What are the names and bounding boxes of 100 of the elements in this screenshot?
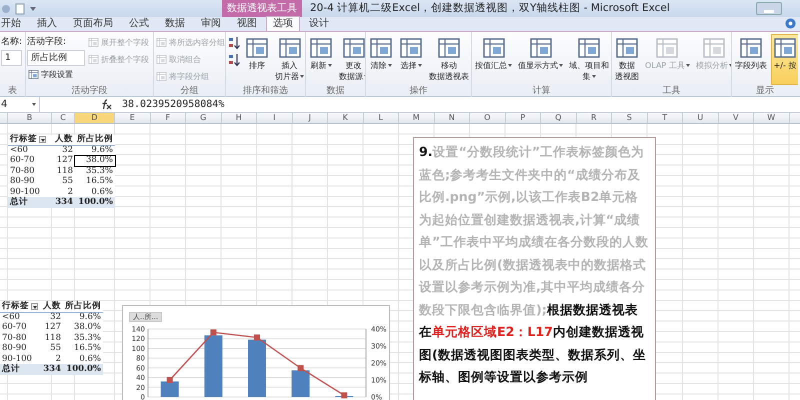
column-header[interactable]: S: [612, 113, 648, 123]
column-header[interactable]: K: [328, 113, 364, 123]
filter-dropdown-icon[interactable]: [31, 302, 38, 310]
ribbon-button[interactable]: 更改 数据源: [337, 34, 365, 85]
insert-function-icon[interactable]: [100, 99, 112, 110]
input-field[interactable]: 1: [1, 50, 22, 66]
column-header[interactable]: F: [150, 113, 186, 123]
ribbon-button[interactable]: 字段设置: [27, 66, 85, 83]
bar: [204, 335, 222, 397]
group-label: 排序和筛选: [242, 85, 289, 97]
data-point: [298, 365, 304, 372]
total-label: 总计: [8, 197, 52, 208]
ribbon-tab[interactable]: 公式: [122, 16, 156, 31]
sheet-icon: [342, 36, 365, 60]
sheet-icon: [577, 36, 601, 60]
column-header[interactable]: O: [470, 113, 506, 123]
bar: [292, 370, 310, 397]
column-header[interactable]: P: [506, 113, 541, 123]
group-label: 显示: [755, 85, 775, 97]
column-header[interactable]: R: [576, 113, 612, 123]
ribbon-tab[interactable]: 选项: [266, 16, 300, 31]
ribbon-tab[interactable]: 设计: [302, 16, 336, 31]
ribbon-button[interactable]: 排序: [243, 34, 271, 85]
name-box[interactable]: 4: [0, 97, 40, 112]
sort-icon[interactable]: [228, 36, 240, 50]
table-cell: 118: [52, 166, 75, 177]
table-cell[interactable]: 38.0%: [75, 156, 115, 166]
column-header[interactable]: T: [648, 113, 683, 123]
column-header[interactable]: L: [364, 113, 399, 123]
column-header[interactable]: U: [683, 113, 718, 123]
sheet-icon: [156, 54, 167, 65]
column-header[interactable]: W: [754, 113, 790, 123]
sheet-icon: [156, 37, 167, 48]
column-header[interactable]: Q: [541, 113, 576, 123]
sheet-icon: [369, 36, 393, 60]
column-header[interactable]: H: [222, 113, 257, 123]
group-label: 数据: [326, 85, 346, 97]
ribbon-button[interactable]: 选择: [397, 34, 425, 85]
table-cell: 55: [40, 344, 63, 354]
ribbon-button[interactable]: 清除: [367, 34, 395, 85]
formula-value[interactable]: 38.0239520958084%: [122, 97, 224, 112]
row-label: 70-80: [8, 166, 52, 177]
table-cell[interactable]: 0.6%: [63, 354, 103, 364]
table-cell[interactable]: 16.5%: [75, 176, 115, 187]
column-header[interactable]: I: [257, 113, 292, 123]
ribbon-button[interactable]: 按值汇总: [473, 34, 514, 85]
bar: [248, 340, 266, 397]
ribbon-button[interactable]: 字段列表: [733, 34, 769, 85]
table-cell[interactable]: 0.6%: [75, 186, 115, 198]
column-header[interactable]: J: [292, 113, 328, 123]
table-cell[interactable]: 35.3%: [63, 333, 103, 344]
ribbon-button[interactable]: 移动 数据透视表: [427, 34, 471, 85]
column-heading: 行标签: [2, 301, 29, 312]
ribbon-button[interactable]: 值显示方式: [516, 34, 565, 85]
column-header[interactable]: N: [434, 113, 470, 123]
bar: [160, 381, 179, 397]
context-tab-label: 数据透视表工具: [222, 0, 302, 17]
row-label: 80-90: [8, 176, 52, 187]
ribbon-tab[interactable]: 插入: [30, 16, 64, 31]
ribbon-button[interactable]: 域、项目和 集: [567, 34, 611, 85]
ribbon-tab[interactable]: 页面布局: [66, 16, 120, 31]
row-label: <60: [0, 312, 40, 323]
sheet-icon: [399, 36, 423, 60]
ribbon-tab[interactable]: 开始: [0, 16, 28, 31]
sheet-icon: [739, 36, 763, 60]
table-cell[interactable]: 16.5%: [63, 344, 103, 354]
table-cell[interactable]: 35.3%: [75, 166, 115, 177]
ribbon-tab[interactable]: 审阅: [194, 16, 228, 31]
sort-icon[interactable]: [228, 52, 240, 66]
caret-icon: [508, 64, 512, 68]
column-header[interactable]: E: [115, 113, 150, 123]
ribbon-tab[interactable]: 数据: [158, 16, 192, 31]
window-title: 20-4 计算机二级Excel，创建数据透视图，双Y轴线柱图 - Microsoft Excel: [309, 1, 671, 16]
column-heading: 人数: [43, 301, 61, 312]
ribbon-button[interactable]: 数据 透视图: [613, 34, 641, 85]
ribbon-button[interactable]: +/- 按: [771, 34, 798, 85]
column-header[interactable]: D: [75, 113, 115, 123]
column-header[interactable]: B: [8, 113, 52, 123]
caret-icon: [328, 64, 332, 68]
ribbon-button[interactable]: 插入 切片器: [273, 34, 305, 85]
column-header[interactable]: M: [399, 113, 434, 123]
sheet-icon: [156, 71, 167, 82]
data-point: [254, 334, 260, 340]
column-header[interactable]: G: [186, 113, 222, 123]
table-cell: 334: [40, 364, 63, 375]
table-cell[interactable]: 9.6%: [63, 312, 103, 323]
row-label: <60: [8, 145, 52, 156]
ribbon-button[interactable]: 刷新: [307, 34, 335, 85]
table-cell[interactable]: 9.6%: [75, 145, 115, 156]
ribbon-tab[interactable]: 视图: [230, 16, 264, 31]
field-label: 名称:: [1, 36, 22, 49]
filter-dropdown-icon[interactable]: [39, 136, 46, 143]
table-cell: 118: [40, 333, 63, 344]
table-cell: 127: [52, 156, 75, 166]
caret-icon: [418, 64, 422, 68]
input-field[interactable]: 所占比例: [27, 50, 85, 66]
column-header[interactable]: V: [718, 113, 754, 123]
table-cell[interactable]: 38.0%: [63, 322, 103, 334]
row-label: 90-100: [0, 354, 40, 364]
row-label: 60-70: [0, 322, 40, 334]
